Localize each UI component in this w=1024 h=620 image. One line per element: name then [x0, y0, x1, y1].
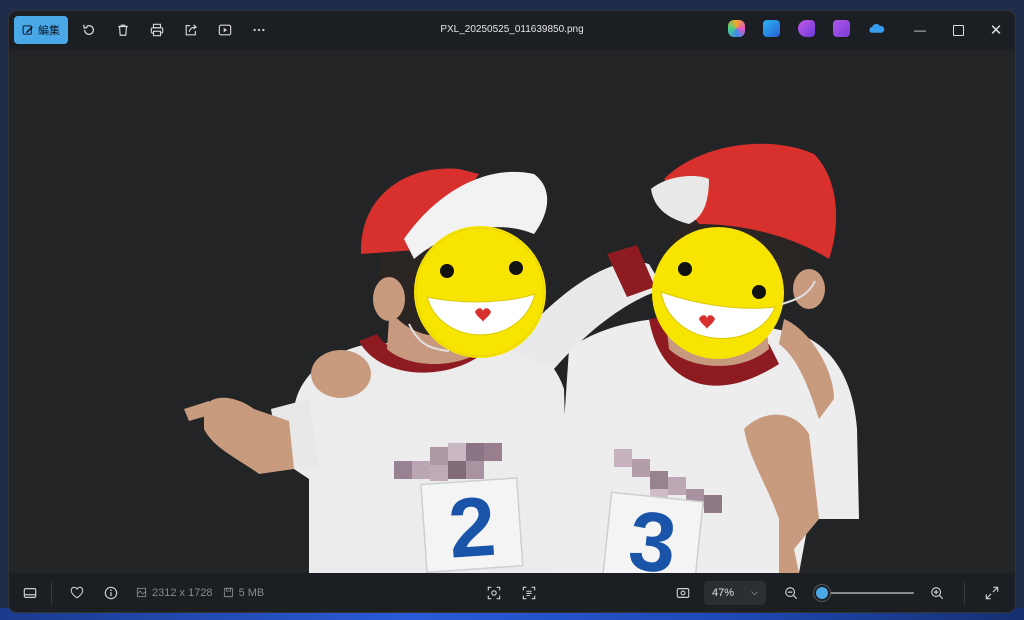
separator	[964, 581, 965, 604]
zoom-slider-track	[814, 591, 914, 594]
delete-icon	[118, 24, 128, 36]
fit-to-window-button[interactable]	[668, 578, 698, 608]
save-icon	[223, 587, 233, 598]
close-button[interactable]: ✕	[977, 11, 1015, 49]
edit-button-label: 編集	[38, 25, 60, 37]
smiley-right	[652, 227, 784, 359]
zoom-in-button[interactable]	[922, 578, 952, 608]
rotate-icon	[83, 24, 94, 35]
image-dimensions: 2312 x 1728	[136, 587, 213, 599]
separator	[51, 581, 52, 604]
window-controls: — ✕	[901, 11, 1015, 49]
zoom-dropdown[interactable]: 47% ⌵	[704, 580, 766, 605]
minimize-icon: —	[914, 23, 926, 37]
file-size: 5 MB	[223, 586, 265, 599]
zoom-slider[interactable]	[814, 586, 914, 600]
filmstrip-button[interactable]	[15, 578, 45, 608]
designer-icon[interactable]	[763, 20, 780, 37]
copilot-icon[interactable]	[728, 20, 745, 37]
title-bar: 編集 PXL_20250525_011639850.png — ✕	[9, 11, 1015, 49]
dimensions-text: 2312 x 1728	[152, 586, 213, 599]
visual-search-icon	[487, 586, 501, 599]
zoom-value: 47%	[712, 586, 735, 599]
text-extract-button[interactable]	[514, 578, 544, 608]
bib-number-left: 2	[445, 479, 498, 573]
slideshow-icon	[218, 24, 232, 36]
clipchamp-icon[interactable]	[798, 20, 815, 37]
rotate-button[interactable]	[72, 16, 106, 44]
zoom-slider-thumb[interactable]	[816, 586, 828, 599]
more-button[interactable]	[242, 16, 276, 44]
photo: 2 3	[184, 143, 859, 573]
more-icon	[253, 28, 265, 32]
filmstrip-icon	[23, 587, 37, 598]
dimensions-icon	[136, 587, 147, 598]
minimize-button[interactable]: —	[901, 11, 939, 49]
maximize-button[interactable]	[939, 11, 977, 49]
favorite-button[interactable]	[62, 578, 92, 608]
edit-icon	[22, 25, 33, 35]
heart-icon	[70, 586, 84, 598]
print-icon	[150, 23, 164, 37]
info-button[interactable]	[96, 578, 126, 608]
print-button[interactable]	[140, 16, 174, 44]
app-shortcuts	[728, 20, 885, 37]
delete-button[interactable]	[106, 16, 140, 44]
fullscreen-icon	[985, 586, 999, 599]
maximize-icon	[952, 24, 964, 36]
onedrive-icon[interactable]	[868, 20, 885, 37]
close-icon: ✕	[989, 22, 1003, 39]
slideshow-button[interactable]	[208, 16, 242, 44]
fullscreen-button[interactable]	[977, 578, 1007, 608]
image-viewer[interactable]: 2 3	[9, 49, 1015, 573]
edit-button[interactable]: 編集	[14, 16, 68, 44]
zoom-out-icon	[785, 586, 798, 599]
file-size-text: 5 MB	[238, 586, 265, 599]
bib-number-right: 3	[625, 493, 681, 573]
share-icon	[185, 24, 197, 36]
share-button[interactable]	[174, 16, 208, 44]
fit-window-icon	[676, 587, 690, 598]
photos-window: 編集 PXL_20250525_011639850.png — ✕ 2 3 23…	[9, 11, 1015, 612]
zoom-in-icon	[931, 586, 944, 599]
status-bar: 2312 x 1728 5 MB 47% ⌵	[9, 573, 1015, 612]
scan-text-icon	[522, 586, 536, 599]
zoom-out-button[interactable]	[776, 578, 806, 608]
info-icon	[104, 586, 118, 599]
chevron-down-icon: ⌵	[751, 587, 758, 597]
video-editor-icon[interactable]	[833, 20, 850, 37]
smiley-left	[414, 226, 546, 358]
visual-search-button[interactable]	[479, 578, 509, 608]
